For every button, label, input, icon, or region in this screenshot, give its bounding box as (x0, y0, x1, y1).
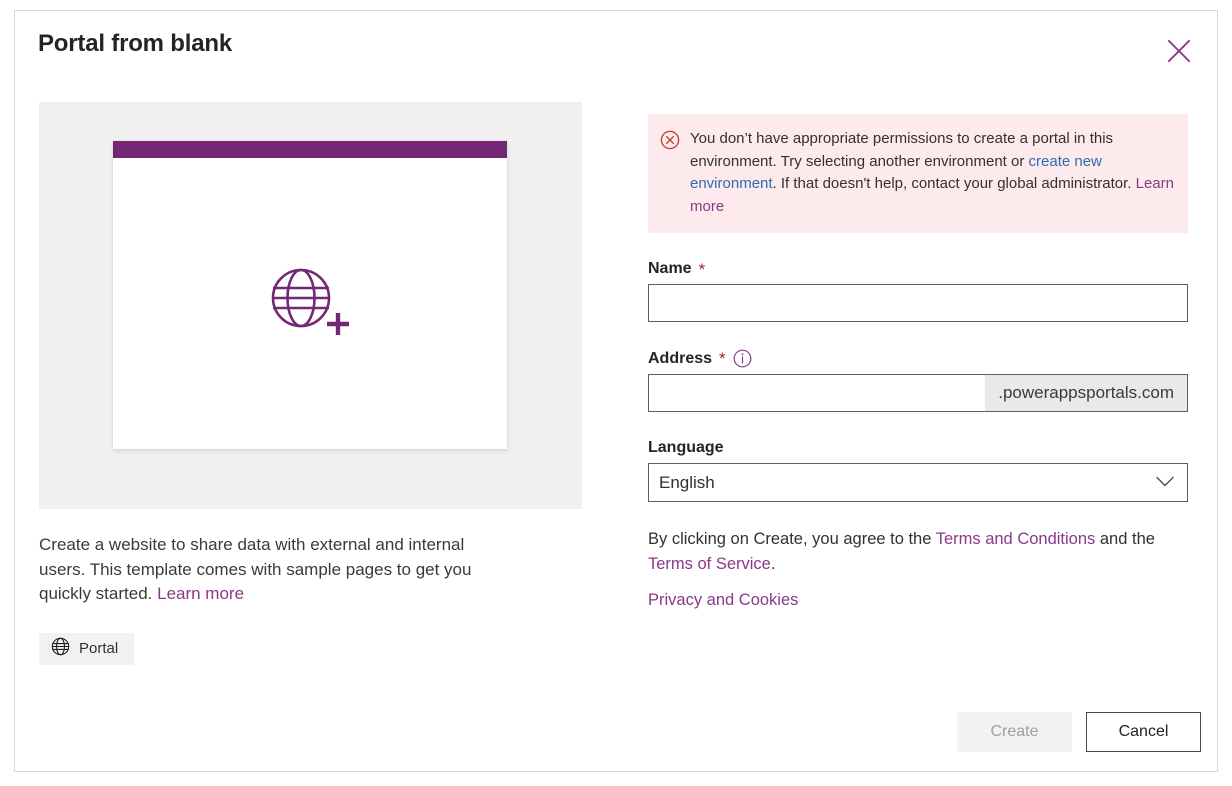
template-learn-more-link[interactable]: Learn more (157, 584, 244, 603)
language-selected-value: English (659, 472, 715, 492)
error-circle-x-icon (660, 130, 680, 155)
close-icon (1166, 38, 1192, 64)
legal-text-part2: and the (1095, 530, 1155, 548)
error-text-part2: . If that doesn't help, contact your glo… (772, 175, 1136, 192)
language-select[interactable]: English (648, 463, 1188, 502)
close-button[interactable] (1157, 31, 1201, 71)
template-preview-image (39, 102, 582, 509)
terms-and-conditions-link[interactable]: Terms and Conditions (936, 530, 1096, 548)
terms-of-service-link[interactable]: Terms of Service (648, 555, 771, 573)
template-description-text: Create a website to share data with exte… (39, 535, 472, 603)
address-domain-suffix: .powerappsportals.com (985, 375, 1187, 411)
permission-error-banner: You don’t have appropriate permissions t… (648, 114, 1188, 233)
address-field-group: Address * .powerappsportals.com (648, 349, 1188, 412)
chevron-down-icon (1156, 474, 1174, 492)
privacy-and-cookies-link[interactable]: Privacy and Cookies (648, 591, 798, 609)
permission-error-text: You don’t have appropriate permissions t… (690, 128, 1174, 218)
name-input[interactable] (648, 284, 1188, 322)
address-input-wrapper: .powerappsportals.com (648, 374, 1188, 412)
template-tag-portal[interactable]: Portal (39, 632, 135, 665)
name-required-marker: * (698, 259, 706, 279)
template-preview-panel: Create a website to share data with exte… (39, 102, 582, 665)
address-label-text: Address (648, 349, 713, 367)
legal-text-part3: . (770, 555, 776, 573)
portal-from-blank-dialog: Portal from blank Create a website to sh… (14, 10, 1218, 772)
portal-form-panel: You don’t have appropriate permissions t… (648, 114, 1188, 610)
template-tag-label: Portal (79, 640, 119, 657)
preview-card (113, 141, 507, 449)
globe-plus-icon (264, 264, 356, 344)
language-field-group: Language English (648, 439, 1188, 502)
create-button[interactable]: Create (957, 712, 1072, 752)
template-description: Create a website to share data with exte… (39, 533, 509, 607)
address-label: Address * (648, 349, 1188, 368)
legal-text-part1: By clicking on Create, you agree to the (648, 530, 936, 548)
info-icon[interactable] (733, 349, 752, 368)
page-title: Portal from blank (38, 30, 232, 57)
preview-card-header-bar (113, 141, 507, 158)
language-label: Language (648, 439, 1188, 457)
language-label-text: Language (648, 439, 724, 456)
cancel-button[interactable]: Cancel (1086, 712, 1201, 752)
legal-agreement-text: By clicking on Create, you agree to the … (648, 527, 1188, 577)
address-required-marker: * (719, 349, 726, 368)
name-label-text: Name (648, 260, 692, 277)
name-field-group: Name * (648, 260, 1188, 322)
name-label: Name * (648, 260, 1188, 278)
preview-card-body (113, 158, 507, 449)
address-input[interactable] (649, 375, 986, 411)
privacy-line: Privacy and Cookies (648, 591, 1188, 610)
globe-icon (51, 637, 70, 660)
dialog-footer: Create Cancel (957, 712, 1201, 752)
